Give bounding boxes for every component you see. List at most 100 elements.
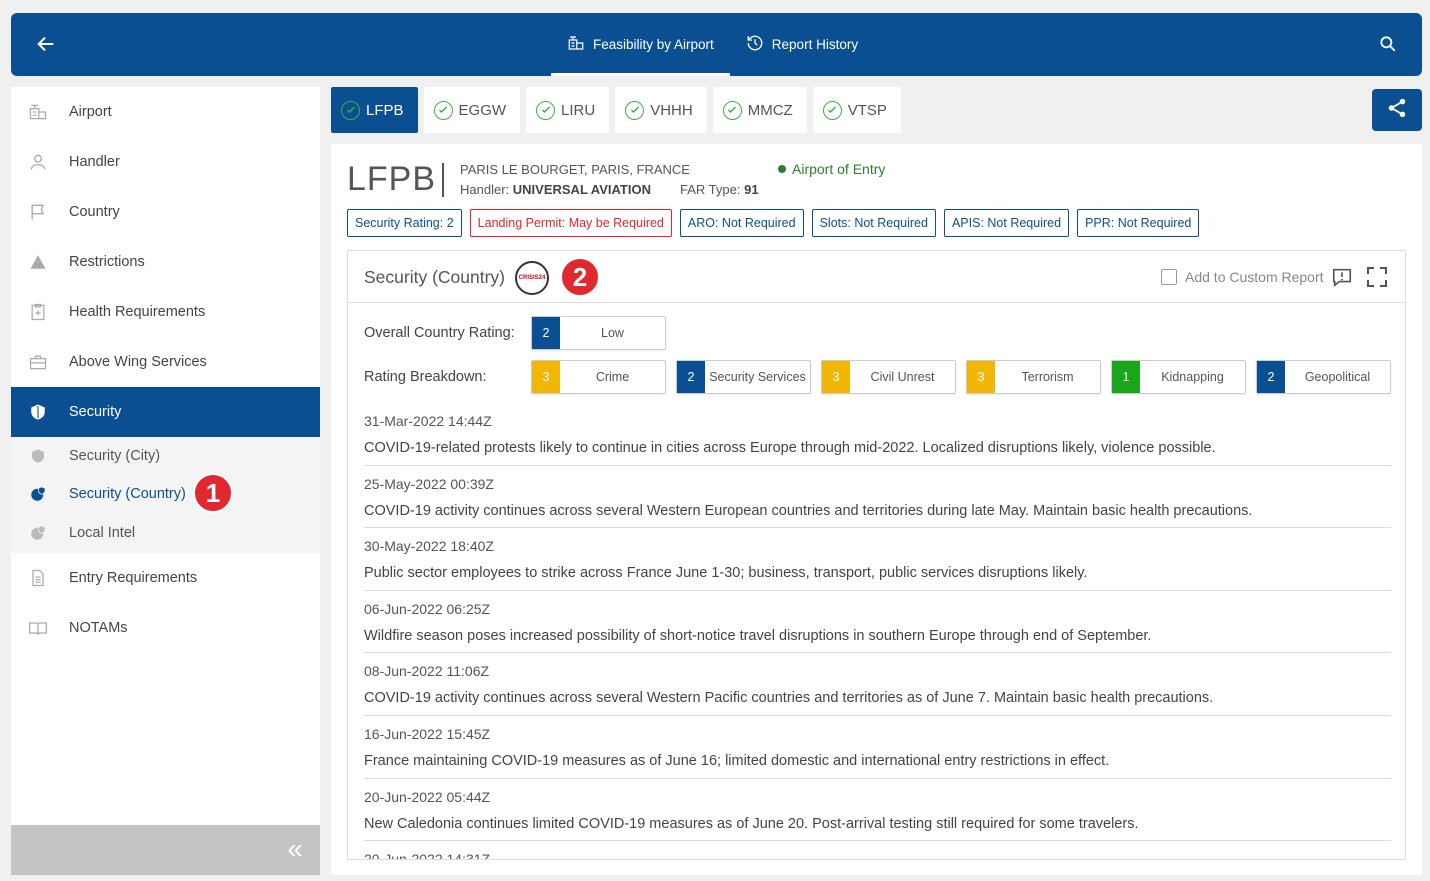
back-arrow-icon[interactable] <box>35 33 57 55</box>
sidebar-subitem-local-intel[interactable]: Local Intel <box>11 514 320 552</box>
airport-icon <box>567 34 585 55</box>
sidebar-item-label: Country <box>69 204 120 220</box>
sidebar-subitem-label: Security (City) <box>69 448 161 464</box>
sidebar-item-above-wing-services[interactable]: Above Wing Services <box>11 337 320 387</box>
medical-clipboard-icon <box>28 302 48 322</box>
tab-lfpb[interactable]: LFPB <box>331 87 418 133</box>
rating-security-services: 2 Security Services <box>676 360 811 394</box>
feed-date: 20-Jun-2022 05:44Z <box>364 788 491 805</box>
tab-label: VTSP <box>847 101 887 119</box>
feed-text: COVID-19 activity continues across sever… <box>364 690 1214 707</box>
feed-date: 08-Jun-2022 11:06Z <box>364 663 490 680</box>
card-title: Security (Country) <box>364 267 506 287</box>
rating-label: Civil Unrest <box>870 370 935 384</box>
rating-geopolitical: 2 Geopolitical <box>1256 360 1391 394</box>
airport-code: LFPB <box>347 160 437 198</box>
status-dot-icon <box>778 165 786 173</box>
shield-icon <box>28 402 48 422</box>
feed-item: 31-Mar-2022 14:44Z COVID-19-related prot… <box>364 403 1391 466</box>
far-value: 91 <box>744 182 759 197</box>
sidebar-item-airport[interactable]: Airport <box>11 87 320 137</box>
rating-terrorism: 3 Terrorism <box>966 360 1101 394</box>
security-rating-badge[interactable]: Security Rating: 2 <box>347 209 462 237</box>
share-button[interactable] <box>1372 89 1422 131</box>
nav-feasibility-by-airport[interactable]: Feasibility by Airport <box>551 13 730 76</box>
sidebar-subitem-label: Security (Country) <box>69 486 186 502</box>
ppr-badge[interactable]: PPR: Not Required <box>1077 209 1200 237</box>
rating-value: 2 <box>677 361 705 393</box>
tab-liru[interactable]: LIRU <box>526 87 610 133</box>
globe-shield-icon <box>28 523 48 543</box>
feed-text: COVID-19-related protests likely to cont… <box>364 440 1216 456</box>
sidebar-item-country[interactable]: Country <box>11 187 320 237</box>
security-subnav: Security (City) Security (Country) 1 Loc… <box>11 437 320 553</box>
rating-value: 2 <box>1257 361 1285 393</box>
sidebar-item-restrictions[interactable]: Restrictions <box>11 237 320 287</box>
nav-label: Feasibility by Airport <box>593 37 714 52</box>
feed-text: COVID-19 activity continues across sever… <box>364 502 1253 519</box>
slots-badge[interactable]: Slots: Not Required <box>811 209 936 237</box>
logo-text: CRISIS24 <box>518 275 546 281</box>
flag-icon <box>28 202 48 222</box>
apis-badge[interactable]: APIS: Not Required <box>943 209 1070 237</box>
sidebar-item-label: Security <box>69 404 122 420</box>
rating-crime: 3 Crime <box>531 360 666 394</box>
airport-tabs: LFPB EGGW LIRU VHHH MMCZ VTSP <box>331 87 901 133</box>
tab-mmcz[interactable]: MMCZ <box>712 87 807 133</box>
feed-date: 30-May-2022 18:40Z <box>364 538 494 555</box>
rating-label: Kidnapping <box>1161 370 1224 384</box>
step-badge: 2 <box>560 257 600 297</box>
landing-permit-badge[interactable]: Landing Permit: May be Required <box>469 209 672 237</box>
rating-label: Terrorism <box>1021 370 1074 384</box>
sidebar-item-handler[interactable]: Handler <box>11 137 320 187</box>
handler-value: UNIVERSAL AVIATION <box>512 182 651 197</box>
shield-icon <box>28 446 48 466</box>
feed-text: Wildfire season poses increased possibil… <box>364 627 1152 644</box>
nav-label: Report History <box>771 37 859 52</box>
rating-value: 3 <box>967 361 995 393</box>
sidebar-item-label: Health Requirements <box>69 304 206 320</box>
nav-report-history[interactable]: Report History <box>730 13 874 76</box>
checkbox[interactable] <box>1161 269 1177 285</box>
sidebar-subitem-security-country[interactable]: Security (Country) 1 <box>11 473 320 513</box>
warning-icon <box>28 252 48 272</box>
sidebar-item-health-requirements[interactable]: Health Requirements <box>11 287 320 337</box>
sidebar-subitem-label: Local Intel <box>69 525 136 541</box>
entry-status-label: Airport of Entry <box>792 161 886 177</box>
expand-icon[interactable] <box>1365 265 1389 289</box>
tab-vtsp[interactable]: VTSP <box>812 87 901 133</box>
feed-text: France maintaining COVID-19 measures as … <box>364 752 1110 769</box>
sidebar-item-label: Entry Requirements <box>69 570 198 586</box>
sidebar-subitem-security-city[interactable]: Security (City) <box>11 437 320 475</box>
sidebar-item-notams[interactable]: NOTAMs <box>11 603 320 653</box>
check-circle-icon <box>822 100 842 120</box>
check-circle-icon <box>536 100 556 120</box>
requirement-badges: Security Rating: 2 Landing Permit: May b… <box>347 209 1200 237</box>
feed-text: New Caledonia continues limited COVID-19… <box>364 815 1139 832</box>
divider <box>442 163 444 197</box>
tab-eggw[interactable]: EGGW <box>423 87 521 133</box>
far-label: FAR Type: <box>680 182 741 197</box>
rating-civil-unrest: 3 Civil Unrest <box>821 360 956 394</box>
rating-kidnapping: 1 Kidnapping <box>1111 360 1246 394</box>
security-country-card: Security (Country) CRISIS24 2 Add to Cus… <box>347 250 1406 860</box>
sidebar-item-label: Above Wing Services <box>69 354 207 370</box>
feed-item: 16-Jun-2022 15:45Z France maintaining CO… <box>364 716 1391 779</box>
feed-date: 20-Jun-2022 14:31Z <box>364 851 491 860</box>
rating-value: 2 <box>532 317 560 349</box>
search-icon[interactable] <box>1378 34 1398 54</box>
rating-label: Security Services <box>709 370 806 384</box>
check-circle-icon <box>433 100 453 120</box>
collapse-sidebar-icon[interactable]: « <box>282 835 308 863</box>
overall-rating: 2 Low <box>531 316 666 350</box>
rating-label: Geopolitical <box>1304 370 1371 384</box>
airport-name: PARIS LE BOURGET, PARIS, FRANCE <box>460 162 690 177</box>
tab-vhhh[interactable]: VHHH <box>615 87 707 133</box>
rating-breakdown-label: Rating Breakdown: <box>364 369 487 385</box>
feed-item: 20-Jun-2022 05:44Z New Caledonia continu… <box>364 779 1391 842</box>
feedback-icon[interactable] <box>1331 266 1353 288</box>
aro-badge[interactable]: ARO: Not Required <box>679 209 804 237</box>
sidebar-item-security[interactable]: Security <box>11 387 320 437</box>
add-to-custom-report[interactable]: Add to Custom Report <box>1161 269 1324 285</box>
sidebar-item-entry-requirements[interactable]: Entry Requirements <box>11 553 320 603</box>
